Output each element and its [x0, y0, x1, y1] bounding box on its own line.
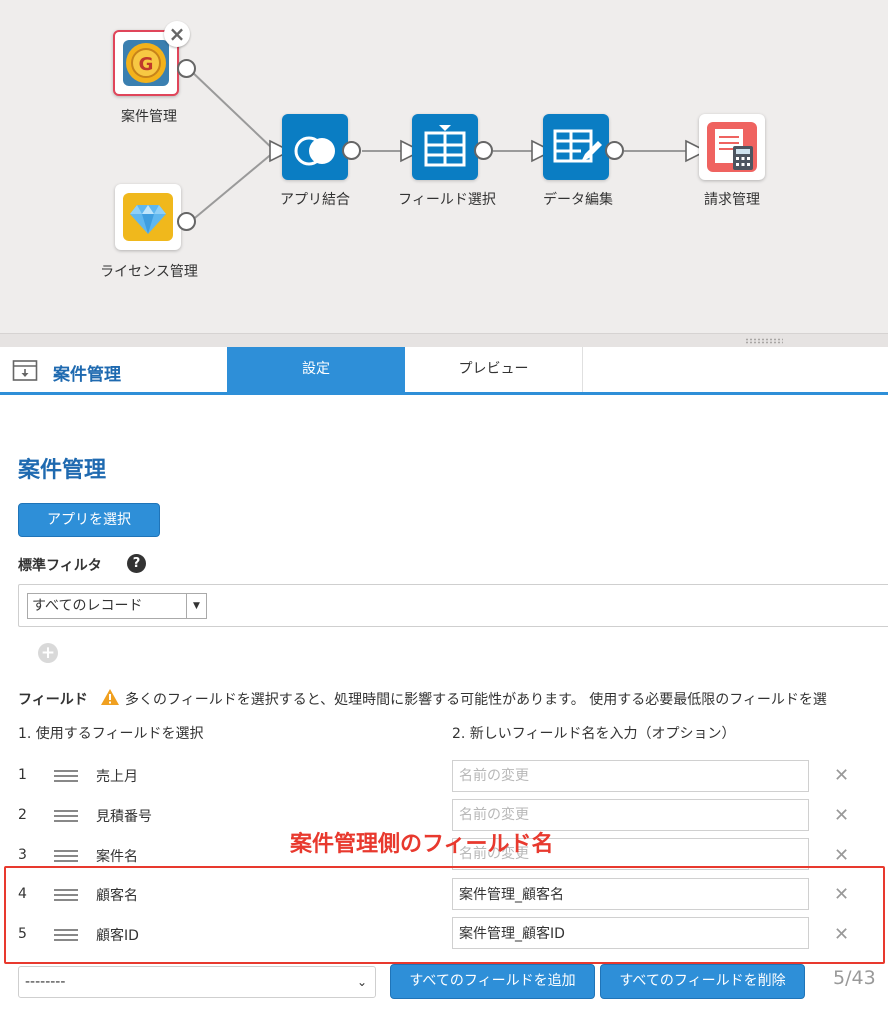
- panel-tab-bar: 案件管理 設定 プレビュー: [0, 347, 888, 395]
- drag-handle-icon[interactable]: [54, 889, 78, 901]
- remove-row-icon[interactable]: ✕: [834, 765, 849, 786]
- row-number: 1: [18, 767, 27, 783]
- data-edit-node[interactable]: [543, 114, 609, 180]
- output-port[interactable]: [177, 212, 196, 231]
- field-name: 顧客ID: [96, 928, 139, 944]
- resize-grip-icon[interactable]: [745, 338, 783, 344]
- output-port[interactable]: [474, 141, 493, 160]
- drag-handle-icon[interactable]: [54, 810, 78, 822]
- tab-settings[interactable]: 設定: [227, 347, 405, 392]
- row-number: 4: [18, 886, 27, 902]
- standard-filter-label: 標準フィルタ: [18, 558, 102, 574]
- drag-handle-icon[interactable]: [54, 850, 78, 862]
- remove-row-icon[interactable]: ✕: [834, 924, 849, 945]
- invoice-calculator-icon: [707, 122, 757, 172]
- field-select-node[interactable]: [412, 114, 478, 180]
- connector-line: [189, 151, 275, 223]
- rename-field-input[interactable]: [452, 917, 809, 949]
- field-count: 5/43: [833, 967, 876, 989]
- panel-resize-splitter[interactable]: [0, 333, 888, 347]
- remove-row-icon[interactable]: ✕: [834, 805, 849, 826]
- output-port[interactable]: [605, 141, 624, 160]
- data-edit-node-label: データ編集: [543, 192, 613, 208]
- join-node[interactable]: [282, 114, 348, 180]
- output-port[interactable]: [342, 141, 361, 160]
- rename-field-input[interactable]: [452, 760, 809, 792]
- warning-icon: [101, 689, 119, 705]
- remove-row-icon[interactable]: ✕: [834, 845, 849, 866]
- fields-warning-text: 多くのフィールドを選択すると、処理時間に影響する可能性があります。 使用する必要…: [125, 692, 827, 708]
- annotation-callout: 案件管理側のフィールド名: [290, 832, 554, 857]
- help-icon[interactable]: ?: [127, 554, 146, 573]
- output-node-billing[interactable]: [699, 114, 765, 180]
- table-edit-icon: [553, 129, 602, 163]
- field-name: 売上月: [96, 769, 138, 785]
- add-field-select[interactable]: -------- ⌄: [18, 966, 376, 998]
- field-select-node-label: フィールド選択: [398, 192, 496, 208]
- output-node-label: 請求管理: [704, 192, 760, 208]
- rename-field-input[interactable]: [452, 878, 809, 910]
- source-node-license[interactable]: [115, 184, 181, 250]
- drag-handle-icon[interactable]: [54, 929, 78, 941]
- add-field-select-value: --------: [25, 974, 66, 990]
- source-node-label: ライセンス管理: [100, 264, 198, 280]
- panel-title: 案件管理: [53, 365, 121, 385]
- record-filter-select[interactable]: すべてのレコード ▼: [27, 593, 207, 619]
- remove-row-icon[interactable]: ✕: [834, 884, 849, 905]
- new-name-column-header: 2. 新しいフィールド名を入力（オプション）: [452, 726, 736, 742]
- chevron-down-icon: ⌄: [356, 975, 367, 989]
- field-name: 顧客名: [96, 888, 138, 904]
- join-circles-icon: [294, 136, 335, 166]
- join-node-label: アプリ結合: [280, 192, 350, 208]
- add-condition-icon[interactable]: +: [38, 643, 58, 663]
- row-number: 2: [18, 807, 27, 823]
- record-filter-value: すべてのレコード: [32, 598, 143, 614]
- flow-canvas[interactable]: G × 案件管理 ライセンス管理 アプリ結合 フィールド選択 データ編集 請求管…: [0, 0, 888, 333]
- remove-all-fields-button[interactable]: すべてのフィールドを削除: [600, 964, 805, 999]
- filter-container: すべてのレコード ▼: [18, 584, 888, 627]
- diamond-app-icon: [123, 193, 173, 241]
- source-node-label: 案件管理: [121, 109, 177, 125]
- input-tray-icon: [12, 360, 38, 381]
- output-port[interactable]: [177, 59, 196, 78]
- dropdown-arrow-icon: ▼: [186, 594, 206, 618]
- tab-preview[interactable]: プレビュー: [405, 347, 583, 392]
- add-all-fields-button[interactable]: すべてのフィールドを追加: [390, 964, 595, 999]
- select-app-button[interactable]: アプリを選択: [18, 503, 160, 537]
- remove-node-button[interactable]: ×: [164, 21, 190, 47]
- select-field-column-header: 1. 使用するフィールドを選択: [18, 726, 204, 742]
- fields-label: フィールド: [18, 692, 88, 708]
- row-number: 5: [18, 926, 27, 942]
- row-number: 3: [18, 847, 27, 863]
- field-name: 案件名: [96, 849, 138, 865]
- svg-text:G: G: [139, 54, 154, 75]
- table-columns-icon: [424, 125, 466, 167]
- settings-heading: 案件管理: [18, 458, 107, 483]
- field-name: 見積番号: [96, 809, 152, 825]
- drag-handle-icon[interactable]: [54, 770, 78, 782]
